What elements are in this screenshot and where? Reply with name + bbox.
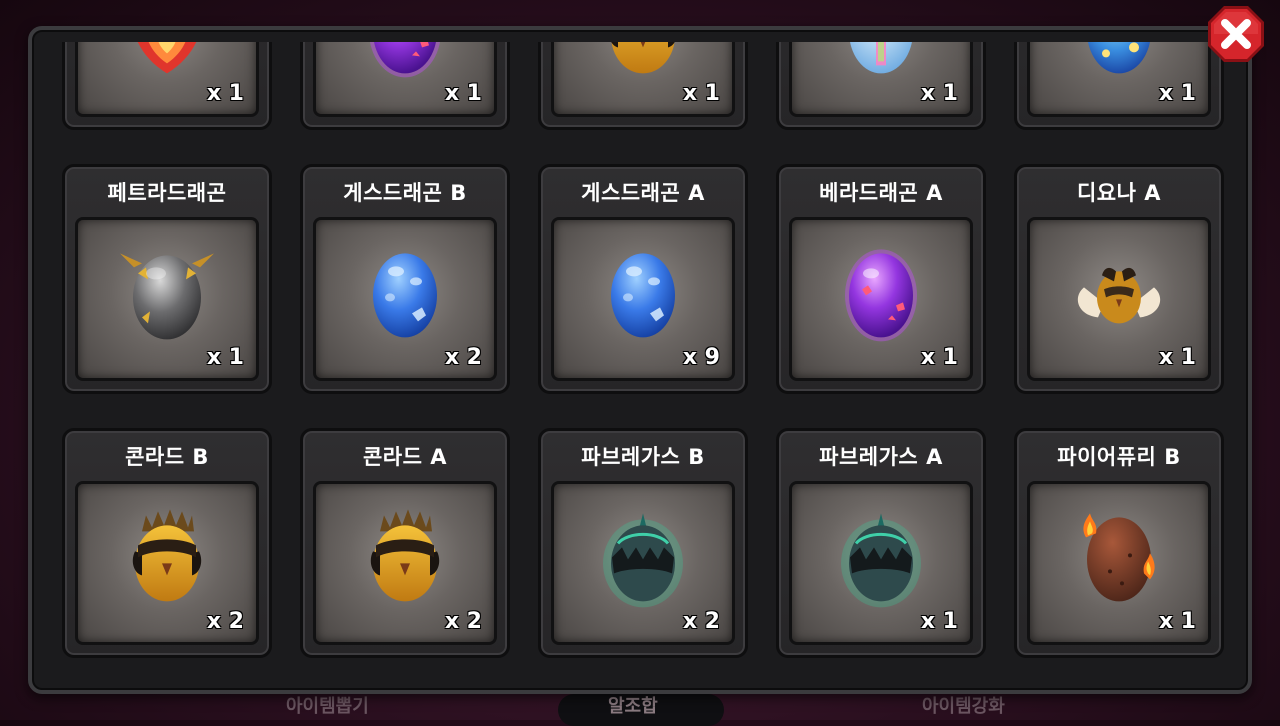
egg-name: 콘라드 B (125, 445, 209, 469)
egg-name: 콘라드 A (362, 445, 448, 469)
egg-count: x 1 (920, 609, 958, 634)
egg-name: 파브레가스 A (819, 445, 943, 469)
egg-slot: x 9 (551, 217, 735, 381)
egg-count: x 9 (682, 345, 720, 370)
egg-count: x 2 (206, 609, 244, 634)
golden-beast-egg-icon (350, 501, 460, 611)
tab-item-upgrade[interactable]: 아이템강화 (922, 692, 1005, 718)
egg-slot: x 1 (1027, 217, 1211, 381)
egg-slot: x 1 (551, 42, 735, 117)
egg-slot: x 2 (551, 481, 735, 645)
golden-beast-egg-icon (588, 42, 698, 83)
egg-card[interactable]: 디요나 A x 1 (1014, 164, 1224, 394)
rainbow-cross-egg-icon (826, 42, 936, 83)
flaming-brown-egg-icon (1064, 501, 1174, 611)
egg-name: 게스드래곤 A (581, 181, 705, 205)
egg-name: 베라드래곤 A (819, 181, 943, 205)
egg-slot: x 1 (789, 42, 973, 117)
egg-card[interactable]: 파이어퓨리 B x 1 (1014, 428, 1224, 658)
egg-name: 게스드래곤 B (343, 181, 467, 205)
egg-card[interactable]: 게스드래곤 A x 9 (538, 164, 748, 394)
golden-beast-egg-icon (112, 501, 222, 611)
dark-spiked-egg-icon (588, 501, 698, 611)
egg-count: x 1 (1158, 609, 1196, 634)
egg-name: 파브레가스 B (581, 445, 705, 469)
close-button[interactable] (1204, 2, 1268, 66)
egg-count: x 2 (444, 609, 482, 634)
blue-spotted-egg-icon (350, 237, 460, 347)
egg-slot: x 1 (75, 42, 259, 117)
egg-grid-viewport[interactable]: x 1 x 1 x 1 x 1 x 1 페트라드래곤 x 1 게스드래곤 B x 2… (32, 42, 1248, 680)
winged-gold-egg-icon (1064, 237, 1174, 347)
egg-count: x 1 (920, 345, 958, 370)
gray-horned-egg-icon (112, 237, 222, 347)
egg-slot: x 1 (1027, 481, 1211, 645)
egg-slot: x 1 (1027, 42, 1211, 117)
egg-card[interactable]: x 1 (1014, 42, 1224, 130)
egg-card[interactable]: x 1 (62, 42, 272, 130)
close-x-icon (1208, 6, 1264, 62)
egg-slot: x 1 (75, 217, 259, 381)
tab-item-draw[interactable]: 아이템뽑기 (286, 692, 369, 718)
egg-name: 파이어퓨리 B (1057, 445, 1181, 469)
cyan-egg-icon (1064, 42, 1174, 83)
tab-egg-combine[interactable]: 알조합 (608, 692, 658, 718)
egg-count: x 1 (1158, 345, 1196, 370)
egg-count: x 1 (444, 81, 482, 106)
egg-count: x 1 (1158, 81, 1196, 106)
egg-count: x 2 (444, 345, 482, 370)
egg-count: x 1 (682, 81, 720, 106)
egg-card[interactable]: 콘라드 A x 2 (300, 428, 510, 658)
egg-count: x 1 (206, 81, 244, 106)
egg-card[interactable]: 게스드래곤 B x 2 (300, 164, 510, 394)
egg-slot: x 1 (313, 42, 497, 117)
purple-egg-icon (350, 42, 460, 83)
egg-slot: x 2 (313, 481, 497, 645)
egg-name: 디요나 A (1076, 181, 1162, 205)
egg-name: 페트라드래곤 (107, 181, 227, 205)
egg-slot: x 1 (789, 481, 973, 645)
egg-card[interactable]: x 1 (538, 42, 748, 130)
blue-spotted-egg-icon (588, 237, 698, 347)
egg-card[interactable]: x 1 (300, 42, 510, 130)
egg-slot: x 2 (313, 217, 497, 381)
egg-card[interactable]: 파브레가스 B x 2 (538, 428, 748, 658)
fire-phoenix-egg-icon (112, 42, 222, 83)
purple-egg-icon (826, 237, 936, 347)
egg-count: x 2 (682, 609, 720, 634)
dark-spiked-egg-icon (826, 501, 936, 611)
egg-count: x 1 (920, 81, 958, 106)
egg-count: x 1 (206, 345, 244, 370)
egg-card[interactable]: x 1 (776, 42, 986, 130)
egg-card[interactable]: 파브레가스 A x 1 (776, 428, 986, 658)
egg-card[interactable]: 페트라드래곤 x 1 (62, 164, 272, 394)
egg-card[interactable]: 콘라드 B x 2 (62, 428, 272, 658)
egg-slot: x 2 (75, 481, 259, 645)
egg-slot: x 1 (789, 217, 973, 381)
egg-card[interactable]: 베라드래곤 A x 1 (776, 164, 986, 394)
egg-inventory-panel: x 1 x 1 x 1 x 1 x 1 페트라드래곤 x 1 게스드래곤 B x 2… (28, 26, 1252, 694)
